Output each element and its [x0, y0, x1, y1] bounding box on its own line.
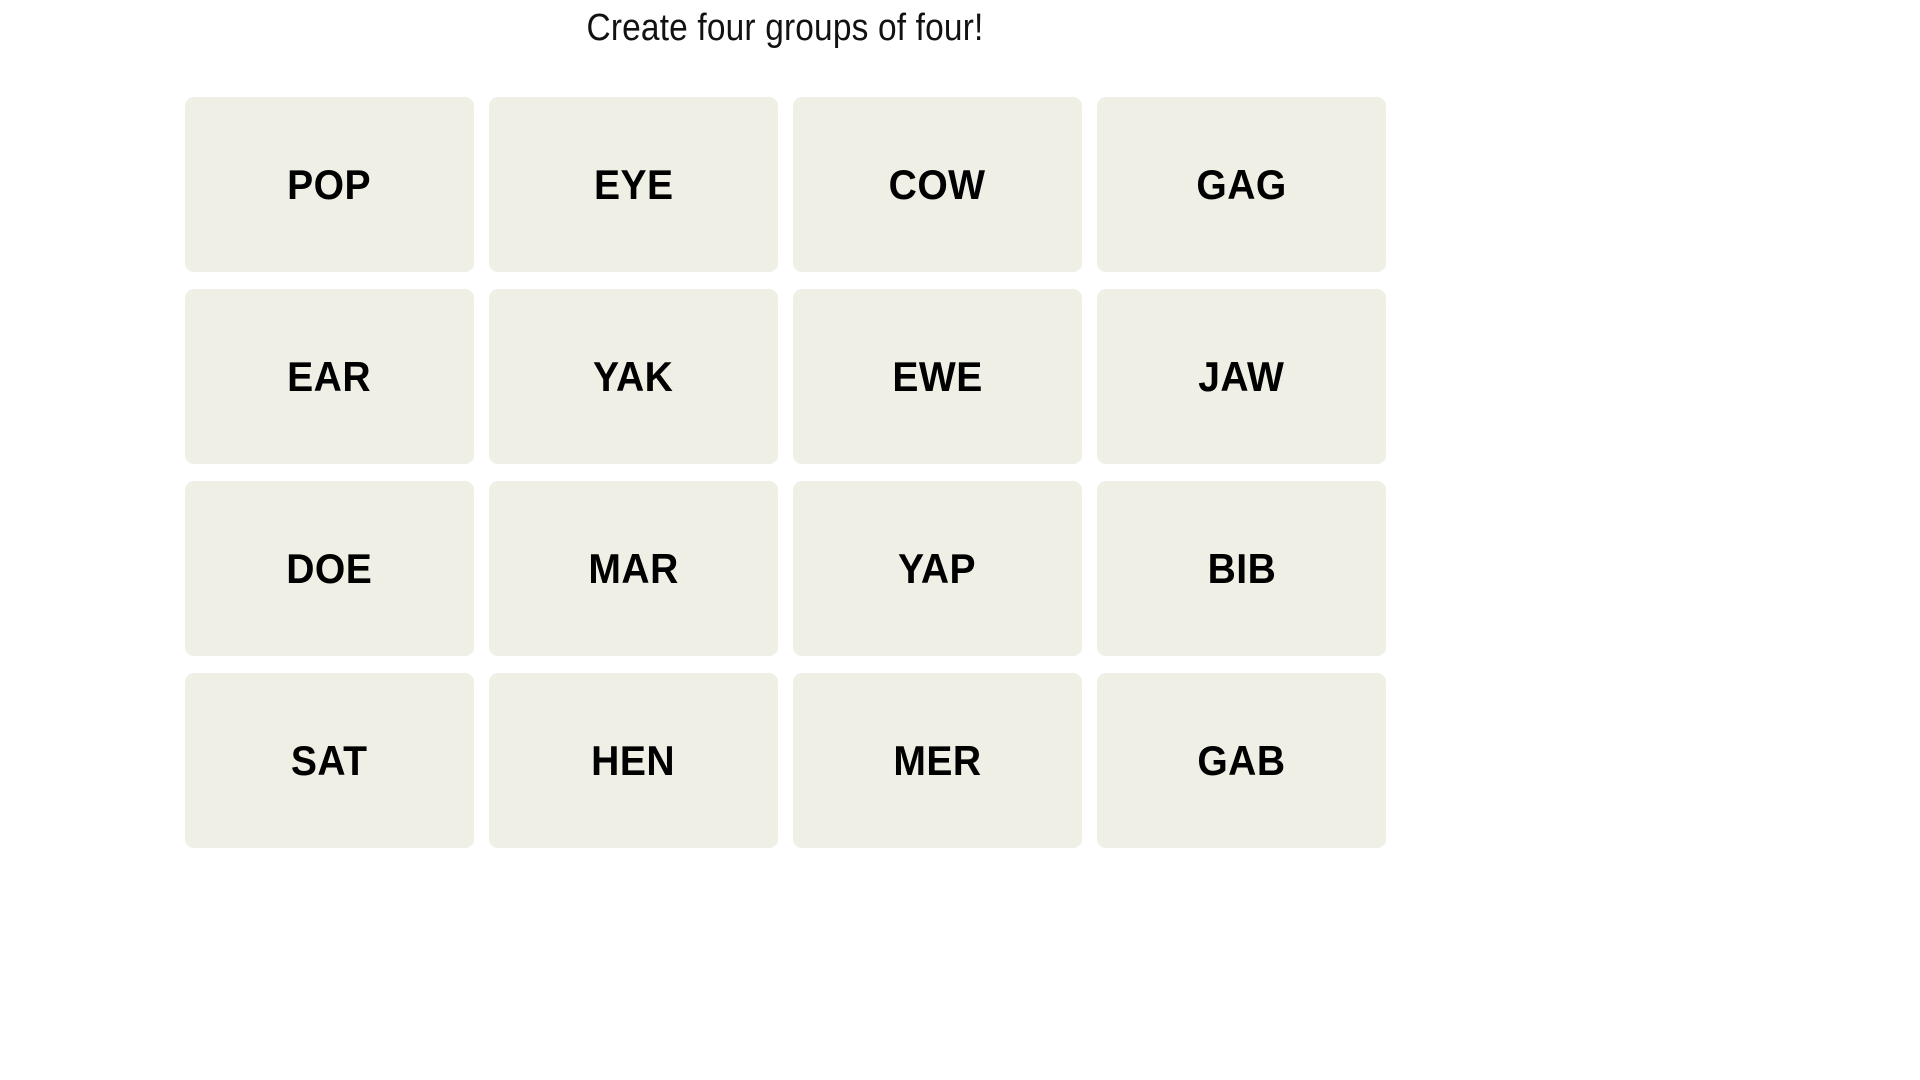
word-tile-label: EYE [593, 160, 674, 208]
word-tile-15[interactable]: GAB [1097, 673, 1386, 848]
word-tile-label: DOE [286, 544, 373, 592]
word-tile-14[interactable]: MER [793, 673, 1082, 848]
word-tile-5[interactable]: YAK [489, 289, 778, 464]
word-tile-label: YAK [593, 352, 674, 400]
word-tile-13[interactable]: HEN [489, 673, 778, 848]
word-tile-3[interactable]: GAG [1097, 97, 1386, 272]
page-title: Create four groups of four! [586, 7, 984, 49]
word-tile-label: MAR [588, 544, 679, 592]
word-tile-label: COW [889, 160, 986, 208]
word-tile-label: EWE [892, 352, 983, 400]
word-tile-2[interactable]: COW [793, 97, 1082, 272]
word-tile-7[interactable]: JAW [1097, 289, 1386, 464]
word-tile-label: YAP [898, 544, 977, 592]
word-tile-0[interactable]: POP [185, 97, 474, 272]
word-tile-label: POP [287, 160, 372, 208]
word-grid: POP EYE COW GAG EAR YAK EWE JAW DOE MAR [185, 97, 1387, 848]
word-tile-label: EAR [287, 352, 372, 400]
word-tile-6[interactable]: EWE [793, 289, 1082, 464]
word-tile-1[interactable]: EYE [489, 97, 778, 272]
word-tile-8[interactable]: DOE [185, 481, 474, 656]
word-tile-label: GAG [1196, 160, 1287, 208]
word-tile-label: HEN [591, 736, 676, 784]
word-tile-4[interactable]: EAR [185, 289, 474, 464]
word-tile-label: SAT [291, 736, 368, 784]
connections-puzzle-app: Create four groups of four! POP EYE COW … [0, 0, 1920, 1080]
word-tile-11[interactable]: BIB [1097, 481, 1386, 656]
word-tile-10[interactable]: YAP [793, 481, 1082, 656]
word-tile-label: MER [893, 736, 982, 784]
word-tile-9[interactable]: MAR [489, 481, 778, 656]
word-tile-label: GAB [1197, 736, 1286, 784]
word-tile-label: JAW [1198, 352, 1285, 400]
word-tile-label: BIB [1207, 544, 1276, 592]
word-tile-12[interactable]: SAT [185, 673, 474, 848]
